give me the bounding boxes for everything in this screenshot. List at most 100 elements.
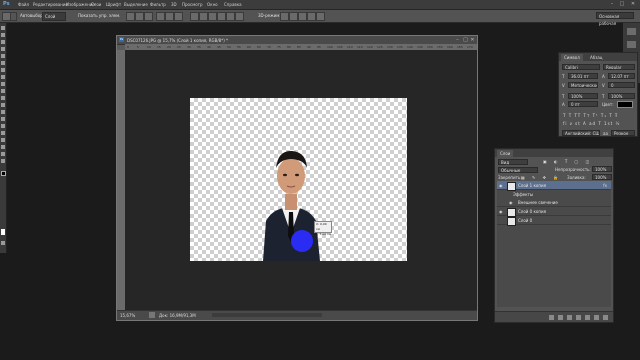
properties-panel-icon[interactable]	[627, 41, 636, 48]
menu-view[interactable]: Просмотр	[182, 2, 203, 7]
fill-field[interactable]: 100%	[592, 174, 612, 180]
hand-tool-icon[interactable]	[1, 152, 5, 156]
align-hcenter-icon[interactable]	[165, 12, 174, 21]
shape-tool-icon[interactable]	[1, 145, 5, 149]
adjustment-layer-icon[interactable]	[576, 315, 581, 320]
distribute-top-icon[interactable]	[190, 12, 199, 21]
type-style-buttons[interactable]: T T TT Tт T¹ T₁ T Ŧ	[563, 113, 618, 118]
background-color-swatch[interactable]	[1, 229, 5, 235]
layer-filter-icons[interactable]: ▣ ◐ T ▢ ◫	[543, 159, 592, 164]
type-tool-icon[interactable]	[1, 131, 5, 135]
lock-icons[interactable]: ▦ ✎ ✥ 🔒	[521, 175, 561, 180]
marquee-tool-icon[interactable]	[1, 33, 5, 37]
menu-3d[interactable]: 3D	[171, 2, 177, 7]
new-layer-icon[interactable]	[594, 315, 599, 320]
show-transform-controls[interactable]: Показать упр. элем.	[78, 13, 120, 18]
horizontal-scrollbar[interactable]	[212, 313, 322, 317]
distribute-hcenter-icon[interactable]	[226, 12, 235, 21]
eyedropper-tool-icon[interactable]	[1, 61, 5, 65]
opacity-field[interactable]: 100%	[592, 166, 612, 172]
3d-rotate-icon[interactable]	[280, 12, 289, 21]
dodge-tool-icon[interactable]	[1, 117, 5, 121]
zoom-tool-icon[interactable]	[1, 159, 5, 163]
layer-filter-select[interactable]: Вид	[498, 159, 528, 165]
font-size-field[interactable]: 36,01 пт	[568, 73, 598, 79]
distribute-right-icon[interactable]	[235, 12, 244, 21]
tab-layers[interactable]: Слои	[497, 150, 514, 157]
language-select[interactable]: Английский: США	[562, 130, 600, 136]
distribute-vcenter-icon[interactable]	[199, 12, 208, 21]
autoselect-select[interactable]: Слой	[42, 12, 66, 21]
close-window-icon[interactable]: ✕	[629, 1, 637, 8]
align-vcenter-icon[interactable]	[135, 12, 144, 21]
3d-roll-icon[interactable]	[289, 12, 298, 21]
doc-close-icon[interactable]: ✕	[469, 36, 476, 44]
move-tool-icon[interactable]	[1, 26, 5, 30]
effect-visibility-icon[interactable]: ◉	[509, 200, 514, 205]
blend-mode-select[interactable]: Обычные	[498, 167, 538, 173]
font-style-select[interactable]: Regular	[603, 64, 635, 70]
menu-layers[interactable]: Слои	[91, 2, 101, 7]
history-panel-icon[interactable]	[627, 28, 636, 35]
quick-select-tool-icon[interactable]	[1, 47, 5, 51]
doc-minimize-icon[interactable]: –	[454, 36, 461, 44]
vertical-scale-field[interactable]: 100%	[568, 93, 598, 99]
minimize-icon[interactable]: –	[608, 1, 616, 8]
menu-window[interactable]: Окно	[207, 2, 218, 7]
layer-row[interactable]: ◉ Слой 1 копия fx	[497, 181, 611, 191]
zoom-level[interactable]: 15,67%	[120, 313, 135, 318]
healing-brush-tool-icon[interactable]	[1, 68, 5, 72]
status-menu-icon[interactable]	[149, 312, 155, 318]
tracking-field[interactable]: 0	[608, 82, 635, 88]
quick-mask-icon[interactable]	[1, 241, 5, 245]
tab-paragraph[interactable]: Абзац	[587, 54, 606, 61]
crop-tool-icon[interactable]	[1, 54, 5, 58]
blur-tool-icon[interactable]	[1, 110, 5, 114]
brush-tool-icon[interactable]	[1, 75, 5, 79]
kerning-field[interactable]: Метрическое	[568, 82, 598, 88]
menu-help[interactable]: Справка	[224, 2, 242, 7]
transparent-artboard[interactable]: X: 0,00 см Y: 7,06 см	[190, 98, 407, 261]
foreground-color-swatch[interactable]	[1, 171, 6, 176]
tab-character[interactable]: Символ	[561, 54, 583, 61]
autoselect-checkbox-label[interactable]: Автовыбор:	[20, 13, 44, 18]
horizontal-scale-field[interactable]: 100%	[608, 93, 635, 99]
doc-maximize-icon[interactable]: □	[462, 36, 469, 44]
add-style-icon[interactable]	[558, 315, 563, 320]
3d-pan-icon[interactable]	[298, 12, 307, 21]
link-layers-icon[interactable]	[549, 315, 554, 320]
text-color-swatch[interactable]	[617, 101, 633, 108]
align-bottom-icon[interactable]	[144, 12, 153, 21]
canvas-area[interactable]: X: 0,00 см Y: 7,06 см	[125, 50, 477, 311]
gradient-tool-icon[interactable]	[1, 103, 5, 107]
layer-fx-icon[interactable]: fx	[603, 183, 607, 188]
antialias-select[interactable]: Резкое	[611, 130, 635, 136]
3d-scale-icon[interactable]	[316, 12, 325, 21]
trash-icon[interactable]	[603, 315, 608, 320]
new-group-icon[interactable]	[585, 315, 590, 320]
path-select-tool-icon[interactable]	[1, 138, 5, 142]
visibility-eye-icon[interactable]: ◉	[499, 183, 504, 188]
document-window[interactable]: Ps DSC07126.JPG @ 15,7% (Слой 1 копия, R…	[116, 35, 478, 321]
menu-filter[interactable]: Фильтр	[150, 2, 166, 7]
menu-select[interactable]: Выделение	[124, 2, 148, 7]
add-mask-icon[interactable]	[567, 315, 572, 320]
align-right-icon[interactable]	[174, 12, 183, 21]
effect-row[interactable]: ◉ Внешнее свечение	[497, 198, 611, 207]
baseline-shift-field[interactable]: 0 пт	[568, 101, 598, 107]
layer-row[interactable]: ◉ Слой 0 копия	[497, 207, 611, 217]
workspace-select[interactable]: Основная рабочая	[596, 12, 634, 26]
distribute-bottom-icon[interactable]	[208, 12, 217, 21]
menu-file[interactable]: Файл	[18, 2, 29, 7]
menu-type[interactable]: Шрифт	[106, 2, 121, 7]
lasso-tool-icon[interactable]	[1, 40, 5, 44]
maximize-icon[interactable]: □	[618, 1, 626, 8]
opentype-buttons[interactable]: fi ∂ st A ad T 1st ½	[563, 121, 620, 126]
leading-field[interactable]: 12,07 пт	[608, 73, 635, 79]
align-left-icon[interactable]	[156, 12, 165, 21]
distribute-left-icon[interactable]	[217, 12, 226, 21]
align-top-icon[interactable]	[126, 12, 135, 21]
menu-edit[interactable]: Редактирование	[33, 2, 68, 7]
3d-slide-icon[interactable]	[307, 12, 316, 21]
font-family-select[interactable]: Calibri	[562, 64, 600, 70]
